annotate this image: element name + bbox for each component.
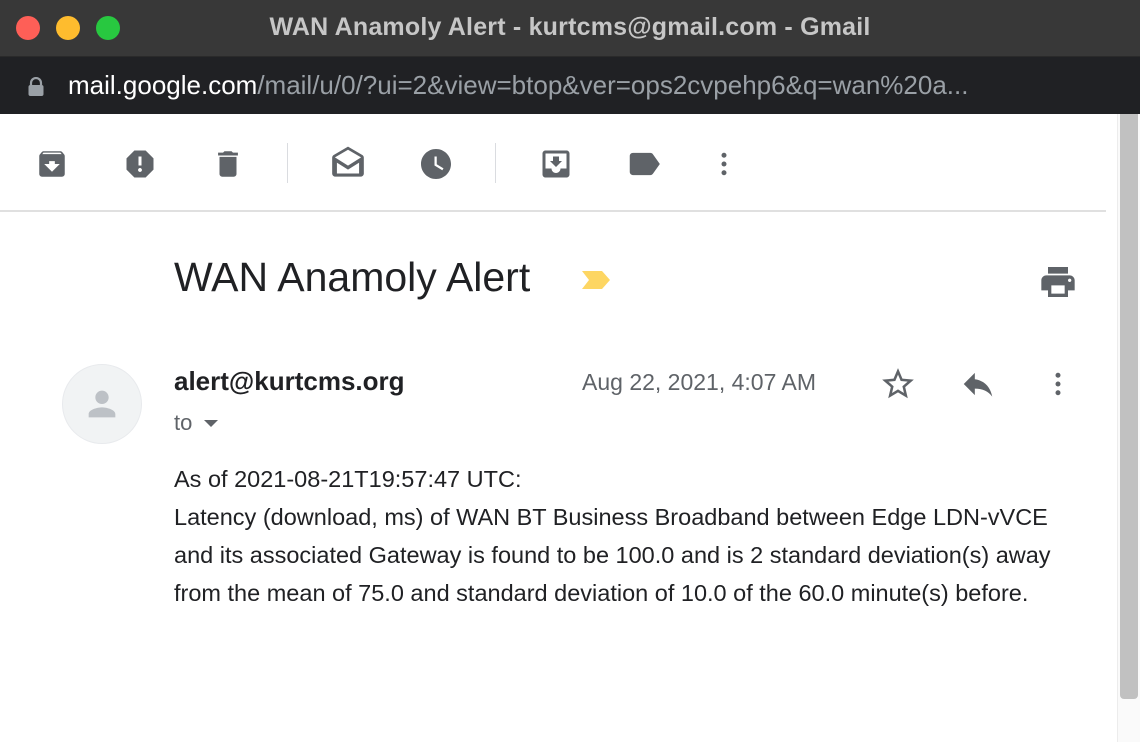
report-spam-button[interactable] [118,142,162,186]
reply-icon [963,372,993,397]
report-spam-icon [126,150,154,178]
snooze-icon [421,149,451,179]
toolbar-divider [495,143,496,183]
recipients-toggle[interactable]: to [174,410,220,436]
sender-email: alert@kurtcms.org [174,366,405,396]
email-subject: WAN Anamoly Alert [174,254,531,300]
archive-button[interactable] [30,142,74,186]
email-body: As of 2021-08-21T19:57:47 UTC: Latency (… [174,460,1084,612]
more-options-button[interactable] [702,142,746,186]
print-button[interactable] [1036,260,1080,304]
print-icon [1041,267,1075,297]
window-title: WAN Anamoly Alert - kurtcms@gmail.com - … [269,13,871,41]
address-bar[interactable]: mail.google.com/mail/u/0/?ui=2&view=btop… [0,57,1140,114]
toolbar-divider [287,143,288,183]
move-to-button[interactable] [534,142,578,186]
sender-avatar [62,364,142,444]
delete-icon [218,151,238,177]
message-date: Aug 22, 2021, 4:07 AM [582,369,817,395]
mark-unread-icon [332,146,364,177]
delete-button[interactable] [206,142,250,186]
url-path: /mail/u/0/?ui=2&view=btop&ver=ops2cvpehp… [257,70,969,100]
url-host: mail.google.com [68,70,258,100]
scrollbar-thumb[interactable] [1120,114,1138,699]
body-line: As of 2021-08-21T19:57:47 UTC: [174,466,522,492]
labels-button[interactable] [622,142,666,186]
body-line: Latency (download, ms) of WAN BT Busines… [174,504,1051,606]
scrollbar-track[interactable] [1117,114,1140,742]
lock-icon [27,76,45,102]
star-outline-icon [882,368,914,399]
more-vert-icon [1055,372,1061,396]
person-icon [88,390,116,418]
snooze-button[interactable] [414,142,458,186]
reply-button[interactable] [956,362,1000,406]
message-more-button[interactable] [1036,362,1080,406]
gmail-content: WAN Anamoly Alert alert@kurtcms.org to A… [0,114,1140,742]
window-titlebar: WAN Anamoly Alert - kurtcms@gmail.com - … [0,0,1140,57]
recipients-label: to [174,410,193,435]
mark-unread-button[interactable] [326,142,370,186]
importance-marker-icon[interactable] [580,269,612,296]
caret-down-icon [204,420,219,427]
message-toolbar [0,114,1106,212]
move-to-icon [542,150,570,178]
star-button[interactable] [876,362,920,406]
archive-icon [39,151,65,177]
more-vert-icon [721,152,727,176]
labels-icon [629,152,660,176]
url-text[interactable]: mail.google.com/mail/u/0/?ui=2&view=btop… [68,57,1108,114]
